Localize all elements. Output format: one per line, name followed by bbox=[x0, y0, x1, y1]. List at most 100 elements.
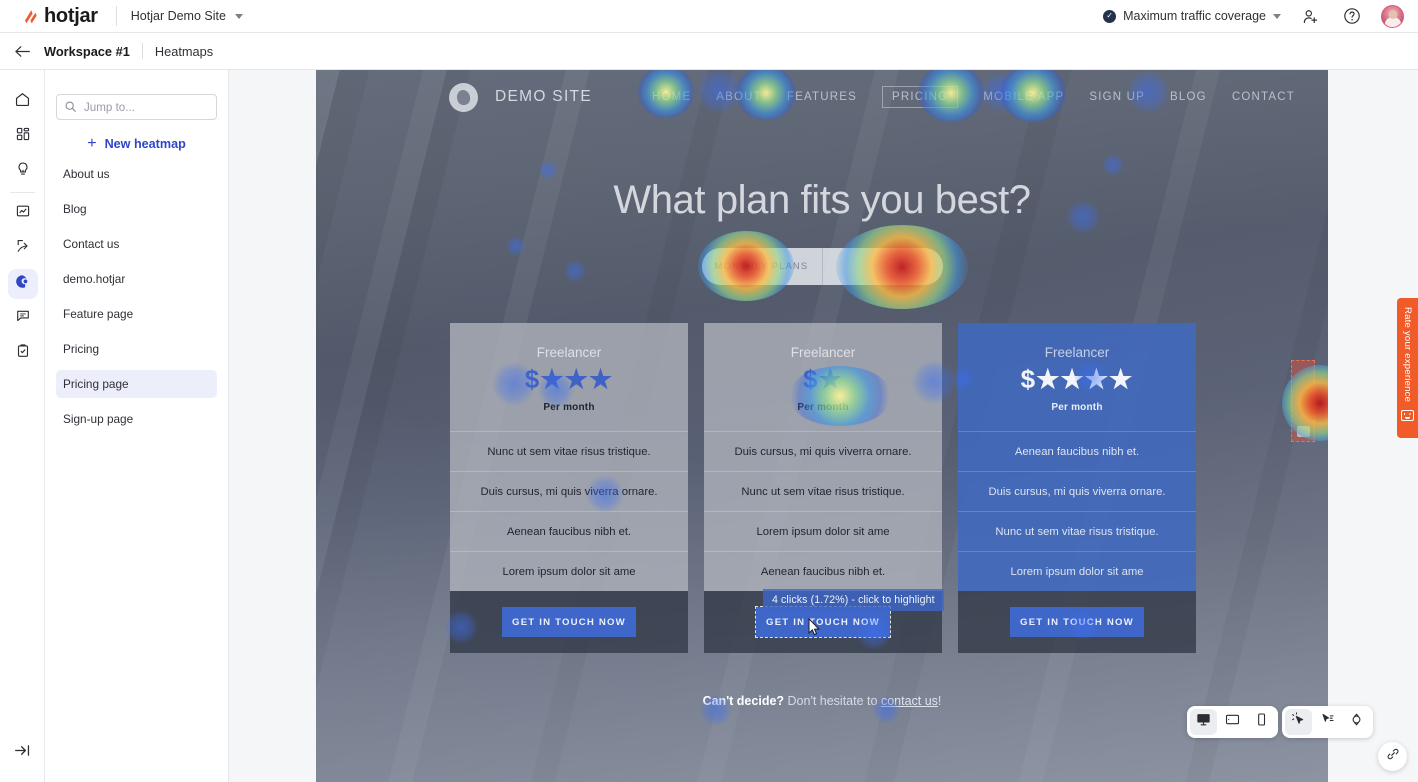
speech-bubble-icon bbox=[15, 308, 31, 329]
plan-feature: Duis cursus, mi quis viverra ornare. bbox=[704, 431, 942, 471]
add-user-icon[interactable] bbox=[1297, 3, 1323, 29]
rail-item-trends[interactable] bbox=[0, 196, 45, 231]
site-nav-contact[interactable]: CONTACT bbox=[1232, 91, 1295, 103]
heatmap-list: About us Blog Contact us demo.hotjar Fea… bbox=[45, 160, 228, 433]
plan-feature: Lorem ipsum dolor sit ame bbox=[704, 511, 942, 551]
card-body: Freelancer $★★★★ Per month Aenean faucib… bbox=[958, 323, 1196, 591]
breadcrumb-section[interactable]: Heatmaps bbox=[155, 44, 213, 59]
list-item-label: demo.hotjar bbox=[63, 272, 126, 286]
device-tablet-button[interactable] bbox=[1219, 709, 1246, 735]
cta-button-hovered[interactable]: GET IN TOUCH NOW bbox=[755, 606, 891, 638]
copy-link-button[interactable] bbox=[1378, 742, 1407, 771]
header-actions: ✓ Maximum traffic coverage bbox=[1103, 3, 1404, 29]
back-arrow-icon[interactable] bbox=[0, 44, 44, 59]
sidebar-item-pricing[interactable]: Pricing bbox=[56, 335, 217, 363]
sidebar-item-about-us[interactable]: About us bbox=[56, 160, 217, 188]
list-item-label: Sign-up page bbox=[63, 412, 134, 426]
plan-feature: Aenean faucibus nibh et. bbox=[958, 431, 1196, 471]
site-nav-about[interactable]: ABOUT bbox=[716, 91, 762, 103]
device-desktop-button[interactable] bbox=[1190, 709, 1217, 735]
search-input[interactable] bbox=[56, 94, 217, 120]
cta-button[interactable]: GET IN TOUCH NOW bbox=[502, 607, 636, 637]
home-icon bbox=[14, 91, 31, 113]
avatar[interactable] bbox=[1381, 4, 1404, 28]
plan-period: Per month bbox=[1051, 402, 1103, 413]
scroll-heatmap-button[interactable] bbox=[1343, 709, 1370, 735]
rail-item-dashboard[interactable] bbox=[0, 119, 45, 154]
smiley-icon bbox=[1296, 426, 1310, 437]
page-screenshot[interactable]: DEMO SITE HOME ABOUT FEATURES PRICING MO… bbox=[316, 70, 1328, 782]
site-picker[interactable]: Hotjar Demo Site bbox=[131, 9, 243, 23]
site-nav-home[interactable]: HOME bbox=[652, 91, 691, 103]
rail-item-recordings[interactable] bbox=[0, 231, 45, 266]
toggle-monthly[interactable]: MONTHLY PLANS bbox=[702, 248, 822, 285]
plan-feature: Nunc ut sem vitae risus tristique. bbox=[958, 511, 1196, 551]
dashboard-icon bbox=[15, 126, 31, 147]
card-footer: GET IN TOUCH NOW bbox=[958, 591, 1196, 653]
plan-price: $★★★★ bbox=[1020, 364, 1134, 394]
clipboard-icon bbox=[15, 343, 31, 364]
site-navbar: DEMO SITE HOME ABOUT FEATURES PRICING MO… bbox=[316, 76, 1328, 118]
check-circle-icon: ✓ bbox=[1103, 9, 1117, 23]
rail-item-home[interactable] bbox=[0, 84, 45, 119]
sidebar-item-pricing-page[interactable]: Pricing page bbox=[56, 370, 217, 398]
rail-item-heatmaps[interactable] bbox=[0, 266, 45, 301]
billing-toggle[interactable]: MONTHLY PLANS bbox=[701, 248, 943, 285]
site-nav-blog[interactable]: BLOG bbox=[1170, 91, 1207, 103]
plan-feature: Lorem ipsum dolor sit ame bbox=[450, 551, 688, 591]
site-nav-features[interactable]: FEATURES bbox=[787, 91, 857, 103]
hotjar-heatmaps-app: hotjar Hotjar Demo Site ✓ Maximum traffi… bbox=[0, 0, 1418, 782]
site-nav-sign-up[interactable]: SIGN UP bbox=[1089, 91, 1145, 103]
captured-feedback-widget bbox=[1291, 360, 1315, 442]
move-heatmap-button[interactable] bbox=[1314, 709, 1341, 735]
top-header: hotjar Hotjar Demo Site ✓ Maximum traffi… bbox=[0, 0, 1418, 33]
cta-button[interactable]: GET IN TOUCH NOW bbox=[1010, 607, 1144, 637]
sidebar-item-feature-page[interactable]: Feature page bbox=[56, 300, 217, 328]
rail-item-insights[interactable] bbox=[0, 154, 45, 189]
breadcrumb-workspace[interactable]: Workspace #1 bbox=[44, 44, 130, 59]
plan-feature: Aenean faucibus nibh et. bbox=[704, 551, 942, 591]
closing-line: Can't decide? Don't hesitate to contact … bbox=[316, 694, 1328, 708]
mouse-cursor-icon bbox=[808, 617, 820, 636]
sidebar-item-demo-hotjar[interactable]: demo.hotjar bbox=[56, 265, 217, 293]
device-toolbar bbox=[1187, 706, 1278, 738]
move-heatmap-icon bbox=[1320, 712, 1335, 732]
help-icon[interactable] bbox=[1339, 3, 1365, 29]
traffic-coverage-selector[interactable]: ✓ Maximum traffic coverage bbox=[1103, 9, 1281, 23]
site-nav-mobile-app[interactable]: MOBILE APP bbox=[983, 91, 1064, 103]
list-item-label: Feature page bbox=[63, 307, 134, 321]
rate-experience-widget[interactable]: Rate your experience bbox=[1397, 298, 1418, 438]
sidebar-item-sign-up-page[interactable]: Sign-up page bbox=[56, 405, 217, 433]
chevron-down-icon bbox=[1273, 13, 1281, 19]
closing-end: ! bbox=[937, 694, 942, 708]
contact-us-link[interactable]: contact us bbox=[881, 694, 938, 708]
card-footer: GET IN TOUCH NOW bbox=[450, 591, 688, 653]
expand-panel-icon[interactable] bbox=[0, 733, 45, 768]
plan-feature: Aenean faucibus nibh et. bbox=[450, 511, 688, 551]
hotjar-flame-icon bbox=[22, 8, 39, 25]
click-heatmap-button[interactable] bbox=[1285, 709, 1312, 735]
sidebar-item-blog[interactable]: Blog bbox=[56, 195, 217, 223]
plan-feature: Duis cursus, mi quis viverra ornare. bbox=[958, 471, 1196, 511]
chart-icon bbox=[15, 203, 31, 224]
device-mobile-button[interactable] bbox=[1248, 709, 1275, 735]
plan-feature: Duis cursus, mi quis viverra ornare. bbox=[450, 471, 688, 511]
pricing-card-1: Freelancer $★★★ Per month Nunc ut sem vi… bbox=[450, 323, 688, 653]
rail-item-surveys[interactable] bbox=[0, 336, 45, 371]
desktop-icon bbox=[1196, 712, 1211, 732]
page-title: What plan fits you best? bbox=[613, 178, 1031, 222]
site-nav-pricing[interactable]: PRICING bbox=[882, 86, 959, 108]
new-heatmap-button[interactable]: + New heatmap bbox=[45, 136, 228, 152]
plan-period: Per month bbox=[543, 402, 595, 413]
list-item-label: Contact us bbox=[63, 237, 120, 251]
rail-item-feedback[interactable] bbox=[0, 301, 45, 336]
heatmap-icon bbox=[14, 273, 31, 295]
heatmap-canvas[interactable]: DEMO SITE HOME ABOUT FEATURES PRICING MO… bbox=[229, 70, 1418, 782]
plan-feature: Lorem ipsum dolor sit ame bbox=[958, 551, 1196, 591]
site-picker-label: Hotjar Demo Site bbox=[130, 9, 226, 23]
sidebar-item-contact-us[interactable]: Contact us bbox=[56, 230, 217, 258]
toggle-yearly[interactable] bbox=[821, 248, 943, 285]
captured-page: DEMO SITE HOME ABOUT FEATURES PRICING MO… bbox=[316, 70, 1328, 782]
scroll-heatmap-icon bbox=[1349, 712, 1364, 732]
hotjar-logo[interactable]: hotjar bbox=[22, 5, 98, 28]
